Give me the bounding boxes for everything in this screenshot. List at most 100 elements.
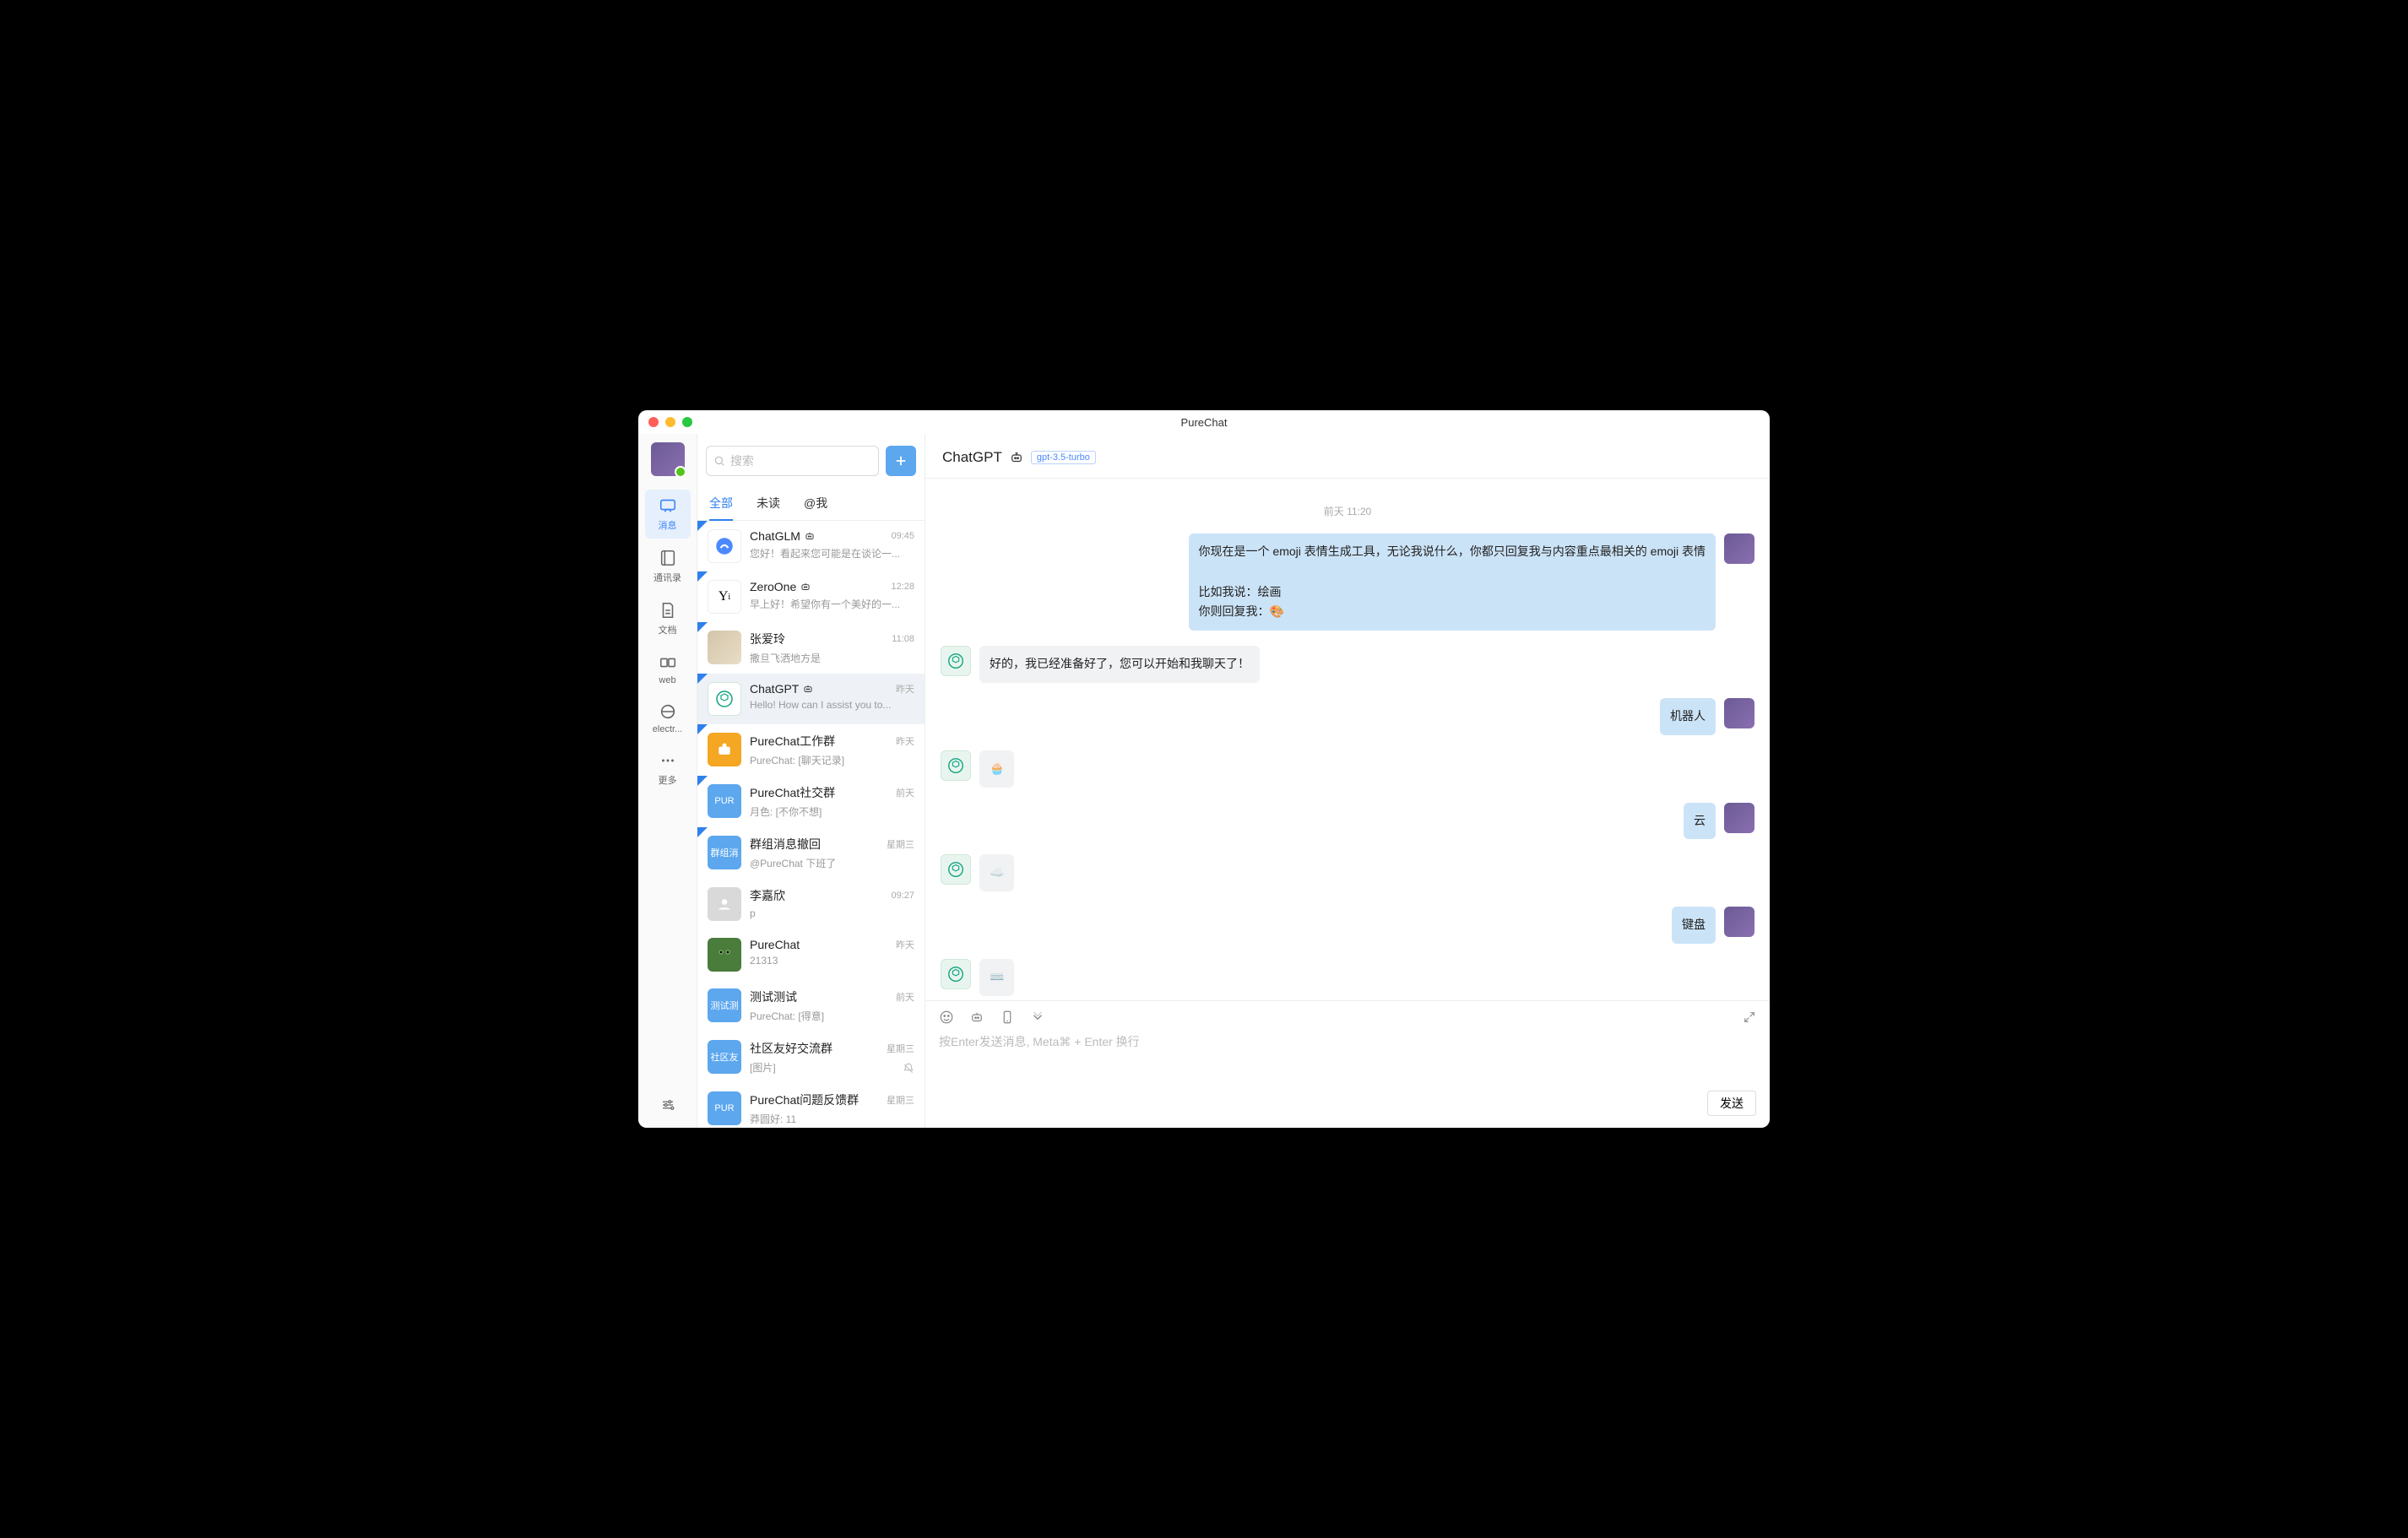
minimize-window-button[interactable]	[665, 417, 675, 427]
conversation-preview: 21313	[750, 955, 914, 967]
expand-button[interactable]	[1743, 1010, 1756, 1024]
rail-contacts[interactable]: 通讯录	[645, 542, 691, 591]
robot-button[interactable]	[969, 1010, 984, 1025]
message-outgoing: 你现在是一个 emoji 表情生成工具，无论我说什么，你都只回复我与内容重点最相…	[941, 533, 1754, 631]
conversation-preview: 莽圆好: 11	[750, 1112, 914, 1126]
message-bubble[interactable]: ☁️	[979, 854, 1014, 891]
mobile-button[interactable]	[1000, 1010, 1015, 1025]
conversation-name: PureChat	[750, 938, 800, 951]
conversation-time: 星期三	[881, 1042, 914, 1055]
rail-label: 消息	[659, 518, 677, 532]
message-bubble[interactable]: 好的，我已经准备好了，您可以开始和我聊天了！	[979, 646, 1260, 683]
conversation-name: PureChat社交群	[750, 784, 835, 801]
conversation-time: 前天	[891, 990, 914, 1004]
conversation-preview: 您好！看起来您可能是在谈论一...	[750, 546, 914, 561]
titlebar: PureChat	[638, 410, 1770, 434]
rail-more[interactable]: 更多	[645, 745, 691, 793]
window-title: PureChat	[1181, 416, 1228, 429]
pin-flag-icon	[697, 724, 708, 734]
model-tag: gpt-3.5-turbo	[1031, 451, 1096, 464]
conversation-item[interactable]: 测试测测试测试前天PureChat: [得意]	[697, 980, 925, 1032]
message-bubble[interactable]: 🧁	[979, 750, 1014, 788]
conversation-preview: p	[750, 907, 914, 919]
conversation-time: 昨天	[891, 938, 914, 951]
user-avatar[interactable]	[651, 442, 685, 476]
window-controls	[648, 417, 692, 427]
conversation-name: ChatGLM	[750, 529, 800, 543]
message-icon	[659, 496, 677, 515]
rail-docs[interactable]: 文档	[645, 594, 691, 643]
conversation-preview: Hello! How can I assist you to...	[750, 699, 914, 711]
conversation-item[interactable]: ChatGPT昨天Hello! How can I assist you to.…	[697, 674, 925, 724]
input-toolbar	[939, 1010, 1756, 1025]
filter-all[interactable]: 全部	[709, 488, 733, 520]
conversation-item[interactable]: PURPureChat社交群前天月色: [不你不想]	[697, 776, 925, 827]
send-button[interactable]: 发送	[1707, 1091, 1756, 1116]
conversation-time: 12:28	[886, 582, 914, 592]
filter-mentions[interactable]: @我	[804, 488, 827, 520]
conversation-name: ZeroOne	[750, 580, 796, 593]
conversation-item[interactable]: YiZeroOne12:28早上好！希望你有一个美好的一...	[697, 571, 925, 622]
nav-rail: 消息 通讯录 文档 web	[638, 434, 697, 1128]
conversation-item[interactable]: 社区友社区友好交流群星期三[图片]	[697, 1032, 925, 1083]
conversation-name: PureChat问题反馈群	[750, 1091, 859, 1108]
plus-icon	[893, 453, 908, 468]
message-bubble[interactable]: ⌨️	[979, 959, 1014, 996]
conversation-preview: 撒旦飞洒地方是	[750, 651, 914, 665]
conversation-preview: [图片]	[750, 1060, 914, 1075]
rail-label: web	[659, 675, 675, 685]
message-bubble[interactable]: 你现在是一个 emoji 表情生成工具，无论我说什么，你都只回复我与内容重点最相…	[1189, 533, 1716, 631]
conversation-item[interactable]: 群组消群组消息撤回星期三@PureChat 下班了	[697, 827, 925, 879]
robot-icon	[1009, 450, 1024, 465]
new-conversation-button[interactable]	[886, 446, 916, 476]
filter-tabs: 全部 未读 @我	[697, 488, 925, 521]
pin-flag-icon	[697, 571, 708, 582]
rail-messages[interactable]: 消息	[645, 490, 691, 539]
bot-avatar-small	[941, 646, 971, 676]
message-input[interactable]: 按Enter发送消息, Meta⌘ + Enter 换行	[939, 1033, 1756, 1084]
message-list[interactable]: 前天 11:20 你现在是一个 emoji 表情生成工具，无论我说什么，你都只回…	[925, 479, 1770, 1000]
message-bubble[interactable]: 键盘	[1672, 907, 1716, 944]
conversation-list[interactable]: ChatGLM09:45您好！看起来您可能是在谈论一...YiZeroOne12…	[697, 521, 925, 1128]
conversation-preview: PureChat: [聊天记录]	[750, 753, 914, 767]
search-icon	[713, 455, 725, 467]
message-incoming: 好的，我已经准备好了，您可以开始和我聊天了！	[941, 646, 1754, 683]
conversation-item[interactable]: 张爱玲11:08撒旦飞洒地方是	[697, 622, 925, 674]
conversation-time: 前天	[891, 786, 914, 799]
pin-flag-icon	[697, 776, 708, 786]
conversation-preview: @PureChat 下班了	[750, 856, 914, 870]
conversation-item[interactable]: PURPureChat问题反馈群星期三莽圆好: 11	[697, 1083, 925, 1128]
rail-label: 文档	[659, 623, 677, 636]
user-avatar-small	[1724, 698, 1754, 728]
message-outgoing: 云	[941, 803, 1754, 840]
pin-flag-icon	[697, 622, 708, 632]
conversation-time: 09:27	[886, 891, 914, 901]
document-icon	[659, 601, 677, 620]
conversation-preview: 月色: [不你不想]	[750, 804, 914, 819]
settings-button[interactable]	[659, 1096, 677, 1114]
conversation-name: 测试测试	[750, 988, 797, 1005]
conversation-name: 群组消息撤回	[750, 836, 821, 853]
collapse-button[interactable]	[1030, 1010, 1045, 1025]
conversation-item[interactable]: PureChat工作群昨天PureChat: [聊天记录]	[697, 724, 925, 776]
close-window-button[interactable]	[648, 417, 659, 427]
search-input[interactable]: 搜索	[706, 446, 879, 476]
conversation-name: ChatGPT	[750, 682, 799, 696]
maximize-window-button[interactable]	[682, 417, 692, 427]
rail-electron[interactable]: electr...	[645, 696, 691, 741]
robot-icon	[804, 530, 816, 542]
conversation-item[interactable]: ChatGLM09:45您好！看起来您可能是在谈论一...	[697, 521, 925, 571]
message-outgoing: 机器人	[941, 698, 1754, 735]
chat-title: ChatGPT	[942, 449, 1002, 466]
time-separator: 前天 11:20	[941, 504, 1754, 518]
rail-web[interactable]: web	[645, 647, 691, 692]
emoji-button[interactable]	[939, 1010, 954, 1025]
message-bubble[interactable]: 云	[1684, 803, 1716, 840]
rail-label: electr...	[653, 724, 682, 734]
message-bubble[interactable]: 机器人	[1660, 698, 1716, 735]
web-icon	[659, 653, 677, 672]
filter-unread[interactable]: 未读	[757, 488, 780, 520]
conversation-item[interactable]: PureChat 昨天 21313	[697, 929, 925, 980]
conversation-item[interactable]: 李嘉欣09:27p	[697, 879, 925, 929]
user-avatar-small	[1724, 533, 1754, 564]
